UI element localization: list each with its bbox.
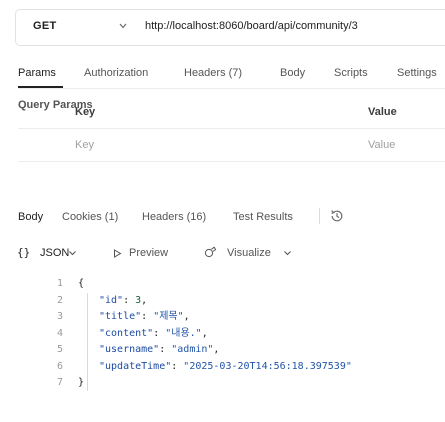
- response-tab-test-results[interactable]: Test Results: [233, 211, 293, 223]
- chevron-down-icon[interactable]: [283, 250, 292, 257]
- param-key-input[interactable]: Key: [75, 139, 94, 151]
- url-input[interactable]: http://localhost:8060/board/api/communit…: [145, 20, 358, 32]
- row-divider: [18, 161, 445, 162]
- json-key: "updateTime": [99, 360, 172, 372]
- column-header-key: Key: [75, 106, 96, 118]
- json-value: "내용.": [165, 327, 202, 339]
- json-value: "제목": [153, 311, 184, 322]
- line-number: 1: [56, 278, 63, 289]
- method-select[interactable]: GET: [33, 20, 57, 32]
- line-number: 4: [56, 327, 63, 339]
- line-number: 3: [56, 311, 63, 322]
- json-line: "title": "제목",: [99, 311, 190, 322]
- response-tab-body[interactable]: Body: [18, 211, 43, 223]
- json-close-brace: }: [78, 377, 85, 388]
- response-tab-cookies[interactable]: Cookies (1): [62, 211, 118, 223]
- response-tab-headers[interactable]: Headers (16): [142, 211, 206, 223]
- json-key: "id": [99, 294, 124, 306]
- json-line: "id": 3,: [99, 294, 148, 306]
- format-braces-icon: {}: [17, 246, 31, 259]
- play-icon: [114, 249, 122, 258]
- tab-params[interactable]: Params: [18, 67, 56, 79]
- line-number: 7: [56, 377, 63, 388]
- json-line: "username": "admin",: [99, 344, 220, 355]
- line-number: 6: [56, 360, 63, 372]
- chevron-down-icon[interactable]: [118, 22, 128, 30]
- json-line: "updateTime": "2025-03-20T14:56:18.39753…: [99, 360, 352, 372]
- tab-authorization[interactable]: Authorization: [84, 67, 148, 79]
- tab-scripts[interactable]: Scripts: [334, 67, 368, 79]
- json-key: "content": [99, 327, 154, 339]
- json-key: "username": [99, 344, 160, 355]
- visualize-icon: [204, 246, 217, 258]
- chevron-down-icon[interactable]: [68, 250, 77, 257]
- param-value-input[interactable]: Value: [368, 139, 395, 151]
- json-key: "title": [99, 311, 142, 322]
- visualize-button[interactable]: Visualize: [227, 247, 271, 259]
- tab-body[interactable]: Body: [280, 67, 305, 79]
- indent-guide: [87, 293, 88, 391]
- tab-settings[interactable]: Settings: [397, 67, 437, 79]
- json-value: "2025-03-20T14:56:18.397539": [183, 360, 352, 372]
- column-header-value: Value: [368, 106, 397, 118]
- tabs-separator: [319, 208, 320, 224]
- json-line: "content": "내용.",: [99, 327, 208, 339]
- history-icon[interactable]: [329, 208, 345, 224]
- json-open-brace: {: [78, 278, 85, 289]
- format-select[interactable]: JSON: [40, 247, 69, 259]
- tab-headers[interactable]: Headers (7): [184, 67, 242, 79]
- row-divider: [18, 128, 445, 129]
- json-value: "admin": [171, 344, 214, 355]
- line-number: 5: [56, 344, 63, 355]
- tabs-divider: [18, 88, 445, 89]
- line-number: 2: [56, 294, 63, 306]
- preview-button[interactable]: Preview: [129, 247, 168, 259]
